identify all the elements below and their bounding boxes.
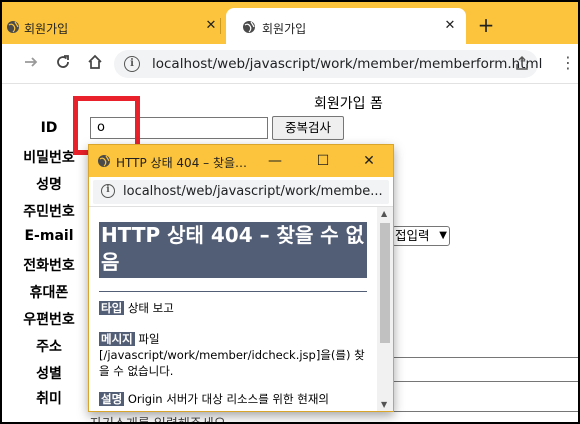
minimize-button[interactable]: — (265, 151, 285, 171)
popup-scrollbar[interactable]: ▲ ▼ (377, 207, 393, 411)
tab-inactive[interactable]: 회원가입 ✕ (2, 8, 224, 44)
error-page: HTTP 상태 404 – 찾을 수 없음 타입 상태 보고 메시지 파일 [/… (89, 207, 377, 411)
scroll-up-icon[interactable]: ▲ (381, 209, 387, 218)
label-hobby: 취미 (36, 391, 62, 407)
globe-icon (98, 155, 110, 167)
chevron-down-icon: ▼ (439, 230, 447, 241)
error-heading: HTTP 상태 404 – 찾을 수 없음 (99, 222, 367, 278)
globe-icon (7, 21, 19, 33)
address-input-border[interactable] (392, 357, 578, 358)
popup-url[interactable]: localhost/web/javascript/work/membe... (123, 184, 383, 199)
address-input-border[interactable] (392, 381, 578, 382)
description-text: Origin 서버가 대상 리소스를 위한 현재의 (127, 392, 329, 406)
info-icon[interactable]: i (124, 56, 140, 72)
info-icon[interactable]: i (101, 184, 115, 198)
label-email: E-mail (24, 228, 74, 244)
label-gender: 성별 (36, 366, 62, 382)
form-title: 회원가입 폼 (314, 96, 383, 112)
error-message-row: 메시지 파일 [/javascript/work/member/idcheck.… (99, 331, 371, 379)
tab-active[interactable]: 회원가입 ✕ (226, 8, 466, 44)
close-button[interactable]: ✕ (359, 151, 379, 171)
browser-window: 회원가입 ✕ 회원가입 ✕ + i localhost/web/javascri… (2, 2, 578, 422)
error-description-row: 설명 Origin 서버가 대상 리소스를 위한 현재의 (99, 391, 371, 407)
tab-title: 회원가입 (24, 22, 69, 36)
label-mobile: 휴대폰 (29, 285, 69, 301)
type-text: 상태 보고 (127, 301, 174, 315)
tab-separator (220, 18, 221, 34)
label-phone: 전화번호 (23, 258, 75, 274)
globe-icon (243, 21, 255, 33)
error-type-row: 타입 상태 보고 (99, 300, 371, 316)
intro-textarea-placeholder[interactable]: 자기소개를 입력해주세요 (90, 413, 226, 422)
tab-title: 회원가입 (262, 22, 307, 36)
popup-titlebar[interactable]: HTTP 상태 404 – 찾을… — ☐ ✕ (89, 145, 393, 177)
popup-window[interactable]: HTTP 상태 404 – 찾을… — ☐ ✕ i localhost/web/… (88, 144, 394, 412)
maximize-button[interactable]: ☐ (313, 151, 333, 171)
label-ssn: 주민번호 (23, 204, 75, 220)
address-bar[interactable]: i localhost/web/javascript/work/member/m… (114, 50, 542, 78)
share-icon[interactable] (514, 55, 530, 75)
type-label: 타입 (99, 301, 125, 315)
tab-strip: 회원가입 ✕ 회원가입 ✕ + (2, 2, 578, 44)
scroll-thumb[interactable] (380, 223, 390, 343)
label-name: 성명 (36, 177, 62, 193)
description-label: 설명 (99, 392, 125, 406)
label-address: 주소 (36, 339, 62, 355)
duplicate-check-button[interactable]: 중복검사 (272, 116, 344, 140)
popup-address-bar: i localhost/web/javascript/work/membe... (89, 177, 393, 207)
label-zipcode: 우편번호 (23, 312, 75, 328)
reload-icon[interactable] (52, 54, 74, 74)
browser-toolbar: i localhost/web/javascript/work/member/m… (2, 44, 578, 84)
popup-window-title: HTTP 상태 404 – 찾을… (116, 156, 248, 170)
forward-arrow-icon[interactable] (20, 54, 42, 74)
message-text: 파일 [/javascript/work/member/idcheck.jsp]… (99, 332, 365, 378)
divider (99, 291, 367, 292)
scroll-down-icon[interactable]: ▼ (381, 400, 387, 409)
email-select-value: 접입력 (395, 228, 430, 243)
message-label: 메시지 (99, 332, 135, 346)
home-icon[interactable] (84, 54, 106, 74)
menu-icon[interactable]: ⋮ (560, 54, 576, 72)
address-url: localhost/web/javascript/work/member/mem… (152, 56, 543, 72)
tab-close-icon[interactable]: ✕ (203, 18, 219, 34)
email-domain-select[interactable]: 접입력 ▼ (392, 226, 450, 246)
tab-close-icon[interactable]: ✕ (442, 18, 458, 34)
new-tab-button[interactable]: + (474, 15, 498, 35)
